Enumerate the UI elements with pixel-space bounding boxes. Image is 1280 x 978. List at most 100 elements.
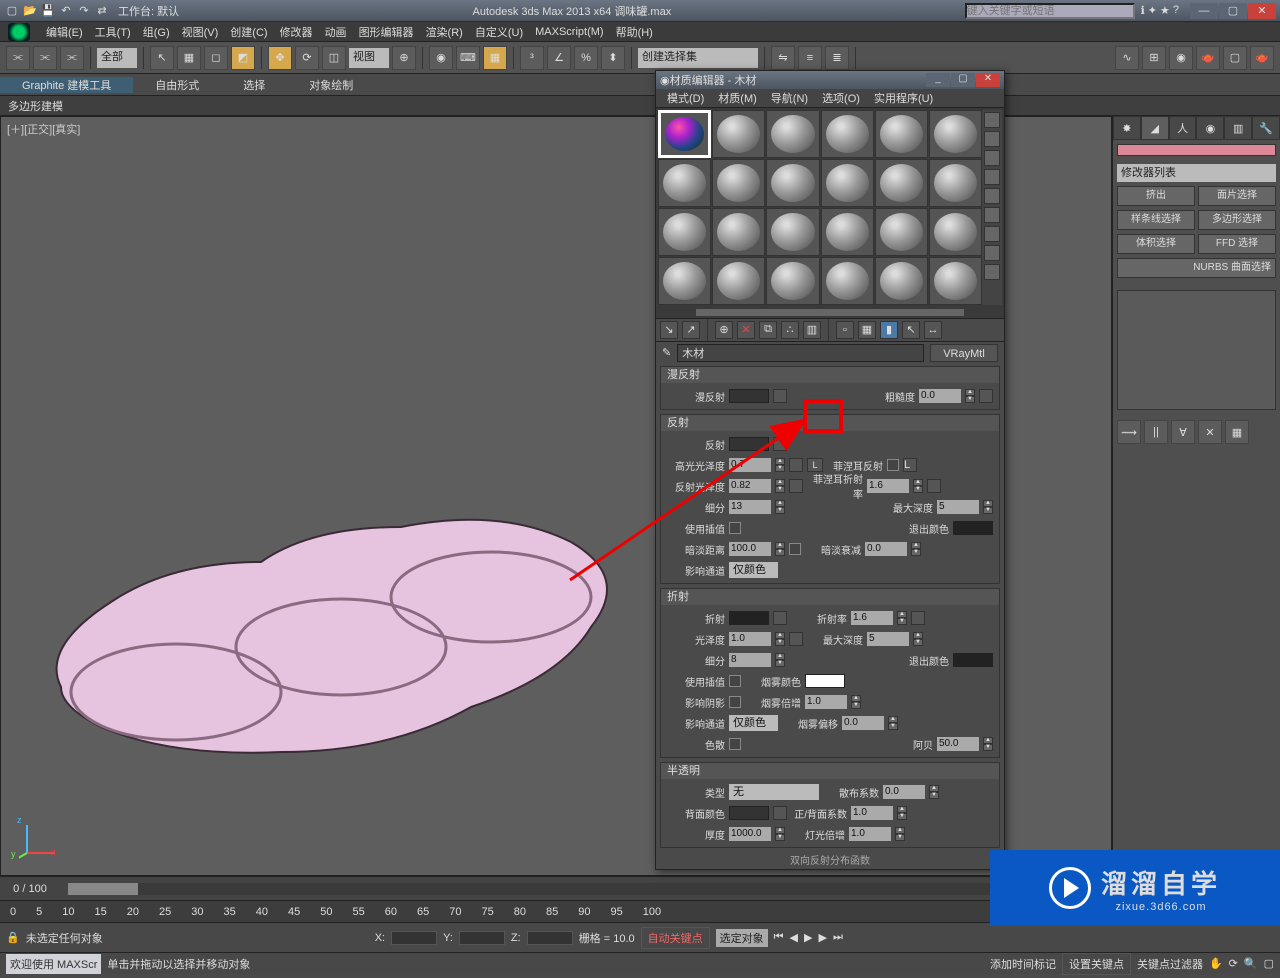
ribbon-tab-graphite[interactable]: Graphite 建模工具 [0, 77, 133, 93]
rfaffect-drop[interactable]: 仅颜色 [729, 715, 778, 731]
bind-tool-icon[interactable]: ⫘ [60, 46, 84, 70]
put-mat-icon[interactable]: ↗ [682, 321, 700, 339]
render-icon[interactable]: 🫖 [1250, 46, 1274, 70]
object-color[interactable] [1117, 144, 1276, 156]
mat-id-icon[interactable]: ▫ [836, 321, 854, 339]
playback-prev-icon[interactable]: ◀ [790, 931, 798, 944]
ref-coord[interactable]: 视图 [349, 48, 389, 68]
dim-value[interactable]: 100.0 [729, 542, 771, 556]
lock-icon[interactable]: 🔒 [6, 931, 20, 944]
rollup-diffuse-header[interactable]: 漫反射 [661, 367, 999, 383]
utility-tab-icon[interactable]: 🔧 [1252, 116, 1280, 140]
script-listener[interactable]: 欢迎使用 MAXScr [6, 954, 101, 974]
fogb-value[interactable]: 0.0 [842, 716, 884, 730]
pin-stack-icon[interactable]: ⟿ [1117, 420, 1141, 444]
ior-map[interactable] [911, 611, 925, 625]
modify-tab-icon[interactable]: ◢ [1141, 116, 1169, 140]
reflect-color-swatch[interactable] [729, 437, 769, 451]
rfgloss-value[interactable]: 1.0 [729, 632, 771, 646]
rfgloss-map[interactable] [789, 632, 803, 646]
get-mat-icon[interactable]: ↘ [660, 321, 678, 339]
create-tab-icon[interactable]: ✸ [1113, 116, 1141, 140]
make-unique-icon[interactable]: ∴ [781, 321, 799, 339]
playback-play-icon[interactable]: ▶ [804, 931, 812, 944]
slot-scrollbar[interactable] [696, 309, 964, 316]
playback-next-icon[interactable]: ▶ [818, 931, 826, 944]
nav-orbit-icon[interactable]: ⟳ [1229, 957, 1238, 970]
move-tool-icon[interactable]: ✥ [268, 46, 292, 70]
motion-tab-icon[interactable]: ◉ [1196, 116, 1224, 140]
interp-check[interactable] [729, 522, 741, 534]
exit-color-swatch[interactable] [953, 521, 993, 535]
autokey-button[interactable]: 自动关键点 [641, 927, 710, 949]
align-icon[interactable]: ≡ [798, 46, 822, 70]
pivot-icon[interactable]: ⊕ [392, 46, 416, 70]
render-frame-icon[interactable]: ▢ [1223, 46, 1247, 70]
menu-anim[interactable]: 动画 [319, 24, 353, 40]
thick-value[interactable]: 1000.0 [729, 827, 771, 841]
rfinterp-check[interactable] [729, 675, 741, 687]
make-copy-icon[interactable]: ⧉ [759, 321, 777, 339]
material-slot[interactable] [712, 159, 765, 207]
back-swatch[interactable] [729, 806, 769, 820]
viewport-label[interactable]: [＋][正交][真实] [7, 121, 80, 137]
link-icon[interactable]: ⇄ [94, 3, 110, 19]
material-slot[interactable] [875, 110, 928, 158]
setkey-button[interactable]: 设置关键点 [1062, 953, 1131, 975]
btn-extrude[interactable]: 挤出 [1117, 186, 1195, 206]
btn-patch-sel[interactable]: 面片选择 [1198, 186, 1276, 206]
ribbon-tab-paint[interactable]: 对象绘制 [287, 77, 375, 93]
reset-mat-icon[interactable]: ✕ [737, 321, 755, 339]
modifier-stack[interactable] [1117, 290, 1276, 410]
mat-map-nav-icon[interactable] [984, 264, 1000, 280]
dimf-value[interactable]: 0.0 [865, 542, 907, 556]
maxd-value[interactable]: 5 [937, 500, 979, 514]
backlight-icon[interactable] [984, 131, 1000, 147]
menu-help[interactable]: 帮助(H) [610, 24, 659, 40]
mat-menu-mode[interactable]: 模式(D) [660, 90, 711, 106]
material-slot[interactable] [821, 110, 874, 158]
roughness-map-button[interactable] [979, 389, 993, 403]
video-check-icon[interactable] [984, 188, 1000, 204]
background-icon[interactable] [984, 150, 1000, 166]
redo-icon[interactable]: ↷ [76, 3, 92, 19]
select-by-mat-icon[interactable] [984, 245, 1000, 261]
menu-graph[interactable]: 图形编辑器 [353, 24, 420, 40]
menu-edit[interactable]: 编辑(E) [40, 24, 89, 40]
material-type-button[interactable]: VRayMtl [930, 344, 998, 362]
nav-max-icon[interactable]: ▢ [1264, 957, 1274, 970]
material-slot[interactable] [712, 208, 765, 256]
material-slot[interactable] [766, 159, 819, 207]
material-slot[interactable] [875, 208, 928, 256]
snap-3d-icon[interactable]: ³ [520, 46, 544, 70]
spinner-snap-icon[interactable]: ⬍ [601, 46, 625, 70]
ribbon-tab-freeform[interactable]: 自由形式 [133, 77, 221, 93]
show-end-result-icon[interactable]: ▮ [880, 321, 898, 339]
close-button[interactable]: ✕ [1248, 3, 1276, 19]
material-slot[interactable] [766, 257, 819, 305]
display-tab-icon[interactable]: ▥ [1224, 116, 1252, 140]
reflect-map-button[interactable] [773, 437, 787, 451]
selection-filter[interactable]: 全部 [97, 48, 137, 68]
rfexit-swatch[interactable] [953, 653, 993, 667]
type-drop[interactable]: 无 [729, 784, 819, 800]
mirror-icon[interactable]: ⇋ [771, 46, 795, 70]
lock-hgloss[interactable]: L [807, 458, 823, 472]
material-slot[interactable] [821, 208, 874, 256]
subdiv-value[interactable]: 13 [729, 500, 771, 514]
fior-map[interactable] [927, 479, 941, 493]
select-region-icon[interactable]: ◻ [204, 46, 228, 70]
rollup-trans-header[interactable]: 半透明 [661, 763, 999, 779]
minimize-button[interactable]: — [1190, 3, 1218, 19]
material-editor-titlebar[interactable]: ◉ 材质编辑器 - 木材 _ ▢ ✕ [656, 71, 1004, 89]
material-slot[interactable] [712, 110, 765, 158]
rfmaxd-value[interactable]: 5 [867, 632, 909, 646]
keyboard-icon[interactable]: ⌨ [456, 46, 480, 70]
link-tool-icon[interactable]: ⫘ [6, 46, 30, 70]
abbe-value[interactable]: 50.0 [937, 737, 979, 751]
selset-drop[interactable]: 选定对象 [716, 929, 768, 947]
material-slot[interactable] [929, 257, 982, 305]
mat-menu-nav[interactable]: 导航(N) [764, 90, 815, 106]
material-editor-icon[interactable]: ◉ [1169, 46, 1193, 70]
hgloss-value[interactable]: 0.7 [729, 458, 771, 472]
